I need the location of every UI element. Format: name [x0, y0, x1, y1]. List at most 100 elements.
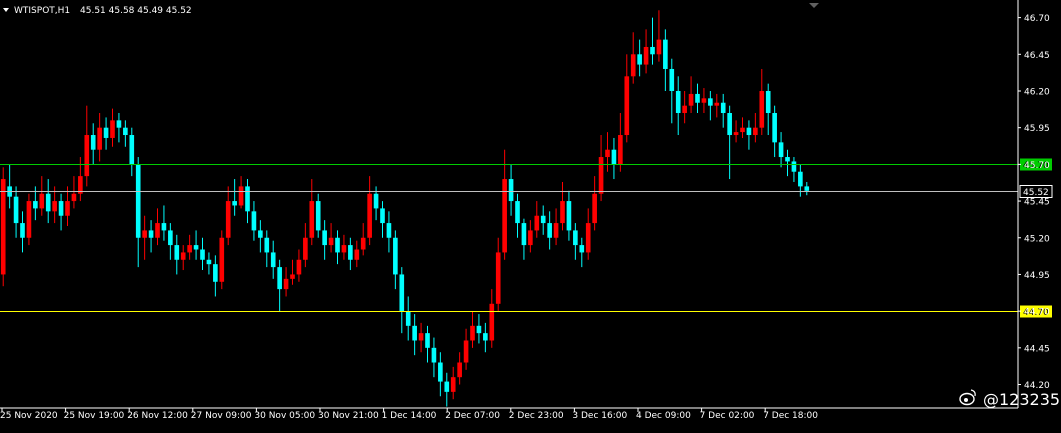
candle-body — [508, 179, 514, 202]
candle-body — [322, 230, 327, 246]
candle-body — [656, 39, 662, 55]
time-tick-label: 26 Nov 12:00 — [127, 411, 188, 421]
candle-body — [65, 201, 70, 216]
candle — [463, 328, 469, 370]
dropdown-triangle-icon[interactable] — [3, 8, 9, 12]
candle-body — [123, 127, 128, 136]
candle-body — [669, 68, 675, 91]
candle-body — [238, 186, 244, 206]
candle — [495, 237, 501, 312]
time-tick-label: 30 Nov 05:00 — [254, 411, 315, 421]
candle-body — [180, 252, 186, 260]
candle-body — [431, 347, 437, 363]
candle-body — [258, 230, 263, 238]
candle-body — [296, 259, 302, 275]
time-tick-label: 4 Dec 09:00 — [636, 411, 691, 421]
candle — [585, 208, 591, 260]
candle — [386, 211, 392, 253]
candle-body — [727, 113, 732, 136]
candle-body — [650, 46, 655, 55]
candle-body — [592, 193, 597, 224]
candle-body — [798, 171, 803, 187]
candle — [663, 29, 668, 91]
price-chart[interactable]: 45.70 44.70 45.52 WTISPOT,H1 45.51 45.58 4… — [0, 0, 1061, 429]
candle-body — [470, 325, 475, 341]
candle — [45, 179, 51, 224]
candle-body — [733, 132, 739, 136]
time-tick-label: 1 Dec 14:00 — [382, 411, 437, 421]
candle — [579, 237, 585, 268]
candle — [444, 372, 450, 407]
shift-marker-icon[interactable] — [809, 3, 819, 8]
candle — [675, 76, 681, 136]
price-tick-label: 45.95 — [1024, 124, 1050, 134]
candle-body — [225, 201, 231, 238]
candle-body — [116, 120, 122, 128]
candle-body — [791, 161, 797, 172]
candle-body — [277, 267, 282, 290]
candle-body — [688, 93, 694, 106]
candle — [174, 234, 180, 275]
candle-body — [13, 196, 19, 224]
candle — [219, 230, 225, 290]
time-tick-label: 2 Dec 07:00 — [445, 411, 500, 421]
candle — [39, 176, 45, 216]
candle-body — [566, 201, 572, 231]
candle — [296, 249, 302, 282]
candle-body — [45, 193, 51, 212]
candle-body — [393, 237, 398, 275]
candle — [58, 193, 64, 231]
candle — [245, 179, 250, 224]
candle-body — [418, 333, 424, 341]
candle — [624, 54, 630, 143]
price-tick-label: 44.45 — [1024, 344, 1050, 354]
candle-body — [213, 264, 218, 282]
candle-body — [759, 90, 765, 128]
candle — [65, 186, 70, 227]
candle-body — [283, 278, 289, 290]
candle — [283, 267, 289, 297]
candle — [270, 240, 276, 279]
candle-body — [335, 237, 340, 253]
candle — [103, 117, 109, 150]
candle — [425, 325, 430, 363]
candle — [457, 352, 462, 385]
candle — [695, 83, 700, 114]
candle-body — [573, 230, 578, 246]
price-tick-label: 44.70 — [1024, 308, 1050, 318]
chart-canvas[interactable]: 45.70 44.70 45.52 WTISPOT,H1 45.51 45.58 4… — [0, 0, 1061, 429]
candle — [97, 113, 102, 162]
candle — [656, 10, 662, 62]
candle-body — [720, 102, 726, 114]
time-tick-label: 3 Dec 16:00 — [572, 411, 627, 421]
candle-body — [585, 223, 591, 253]
candle-body — [804, 186, 810, 191]
candle-body — [483, 333, 488, 341]
candle — [785, 149, 790, 177]
candle — [682, 90, 687, 124]
candle-body — [315, 201, 321, 231]
symbol-label: WTISPOT,H1 — [14, 6, 70, 16]
candle-body — [52, 201, 57, 212]
candle — [90, 123, 96, 165]
candle-body — [618, 135, 623, 165]
candle-body — [360, 237, 366, 250]
candle-body — [20, 223, 25, 238]
candle-body — [560, 201, 565, 224]
price-tick-label: 45.70 — [1024, 161, 1050, 171]
candle-body — [714, 102, 720, 106]
candle-body — [515, 201, 520, 224]
candle — [399, 267, 405, 334]
candle — [483, 322, 488, 353]
candle-body — [103, 127, 109, 138]
candle — [161, 205, 167, 241]
candle-body — [534, 215, 540, 231]
candle — [380, 201, 385, 238]
candle — [560, 181, 565, 231]
candle — [135, 157, 141, 268]
time-tick-label: 2 Dec 23:00 — [509, 411, 564, 421]
candle-body — [528, 230, 533, 246]
candle — [708, 90, 713, 121]
candle — [367, 176, 372, 246]
price-tick-label: 45.20 — [1024, 234, 1050, 244]
